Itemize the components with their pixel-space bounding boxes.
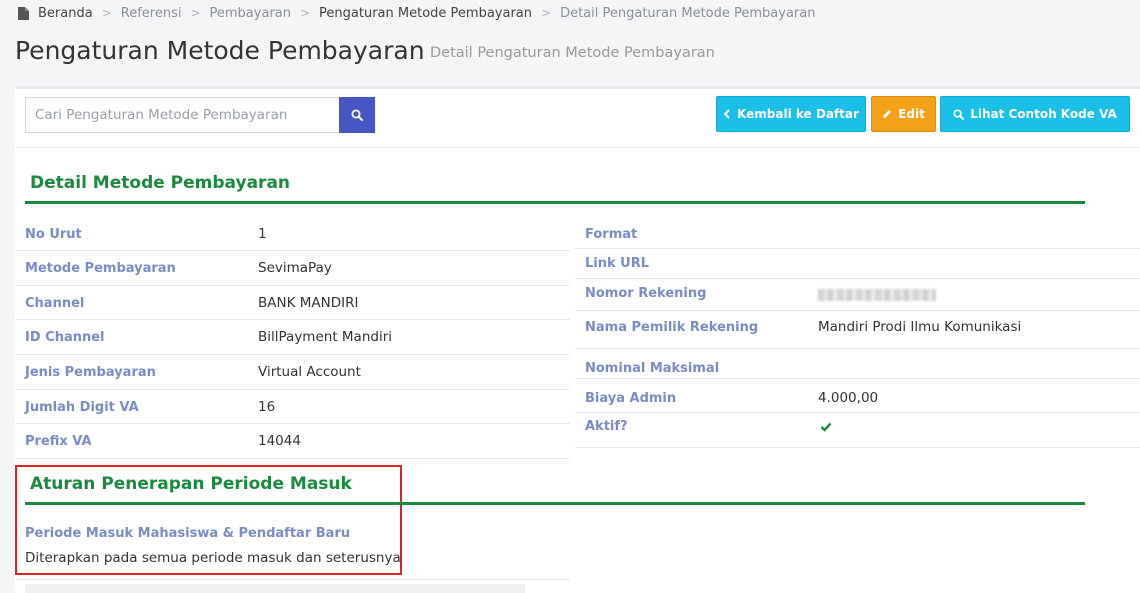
redacted-account-number bbox=[818, 289, 936, 301]
back-to-list-button[interactable]: Kembali ke Daftar bbox=[716, 96, 866, 132]
detail-row-no-urut: No Urut 1 bbox=[15, 217, 570, 251]
detail-value: Mandiri Prodi Ilmu Komunikasi bbox=[818, 319, 1022, 335]
detail-value: BANK MANDIRI bbox=[258, 295, 359, 311]
section-divider bbox=[25, 201, 1085, 204]
faded-content bbox=[25, 584, 525, 593]
detail-row-prefix: Prefix VA 14044 bbox=[15, 424, 570, 459]
detail-value: BillPayment Mandiri bbox=[258, 329, 393, 345]
breadcrumb-separator: > bbox=[101, 6, 112, 20]
detail-label: Prefix VA bbox=[25, 434, 92, 449]
detail-value: SevimaPay bbox=[258, 260, 332, 276]
detail-row-format: Format bbox=[575, 217, 1140, 249]
file-icon bbox=[18, 6, 29, 20]
detail-row-nomor-rekening: Nomor Rekening bbox=[575, 279, 1140, 311]
search-box bbox=[25, 97, 375, 133]
edit-button-label: Edit bbox=[898, 107, 925, 121]
detail-label: Nama Pemilik Rekening bbox=[585, 320, 759, 335]
section-title-aturan: Aturan Penerapan Periode Masuk bbox=[30, 474, 352, 494]
detail-label: Jenis Pembayaran bbox=[25, 365, 156, 380]
search-button[interactable] bbox=[339, 97, 375, 133]
back-button-label: Kembali ke Daftar bbox=[737, 107, 859, 121]
search-input[interactable] bbox=[25, 97, 339, 133]
detail-value: 16 bbox=[258, 399, 276, 415]
detail-label: Jumlah Digit VA bbox=[25, 400, 139, 415]
va-button-label: Lihat Contoh Kode VA bbox=[970, 107, 1117, 121]
section-title-detail: Detail Metode Pembayaran bbox=[30, 173, 291, 193]
breadcrumb-separator: > bbox=[541, 6, 552, 20]
detail-row-id-channel: ID Channel BillPayment Mandiri bbox=[15, 320, 570, 355]
detail-row-link-url: Link URL bbox=[575, 249, 1140, 279]
detail-row-biaya-admin: Biaya Admin 4.000,00 bbox=[575, 379, 1140, 413]
chevron-left-icon bbox=[723, 109, 730, 119]
detail-row-metode: Metode Pembayaran SevimaPay bbox=[15, 251, 570, 286]
edit-button[interactable]: Edit bbox=[871, 96, 936, 132]
detail-label: ID Channel bbox=[25, 330, 105, 345]
divider bbox=[15, 147, 1140, 148]
detail-value: 4.000,00 bbox=[818, 390, 879, 406]
breadcrumb-separator: > bbox=[299, 6, 311, 20]
detail-value: Virtual Account bbox=[258, 364, 361, 380]
detail-label: No Urut bbox=[25, 227, 82, 242]
detail-value: 14044 bbox=[258, 433, 301, 449]
breadcrumb-item-current: Detail Pengaturan Metode Pembayaran bbox=[560, 5, 816, 21]
page-subtitle: Detail Pengaturan Metode Pembayaran bbox=[430, 45, 715, 61]
detail-value: 1 bbox=[258, 226, 267, 242]
page-title: Pengaturan Metode Pembayaran bbox=[15, 36, 425, 65]
detail-label: Nominal Maksimal bbox=[585, 361, 720, 376]
detail-row-aktif: Aktif? bbox=[575, 413, 1140, 448]
pencil-icon bbox=[883, 110, 892, 118]
breadcrumb: Beranda > Referensi > Pembayaran > Penga… bbox=[18, 5, 815, 21]
search-icon bbox=[953, 108, 965, 120]
periode-value: Diterapkan pada semua periode masuk dan … bbox=[25, 550, 401, 566]
detail-row-nama-pemilik: Nama Pemilik Rekening Mandiri Prodi Ilmu… bbox=[575, 311, 1140, 349]
breadcrumb-item-referensi[interactable]: Referensi bbox=[121, 6, 182, 21]
breadcrumb-item-pengaturan[interactable]: Pengaturan Metode Pembayaran bbox=[319, 6, 532, 21]
detail-label: Channel bbox=[25, 296, 85, 311]
section-divider bbox=[25, 502, 1085, 505]
detail-row-jenis: Jenis Pembayaran Virtual Account bbox=[15, 355, 570, 390]
view-va-code-button[interactable]: Lihat Contoh Kode VA bbox=[940, 96, 1130, 132]
detail-label: Format bbox=[585, 227, 638, 242]
divider bbox=[15, 579, 570, 580]
detail-row-jumlah-digit: Jumlah Digit VA 16 bbox=[15, 390, 570, 424]
detail-panel: Kembali ke Daftar Edit Lihat Contoh Kode… bbox=[15, 86, 1140, 593]
search-icon bbox=[351, 109, 363, 121]
detail-label: Aktif? bbox=[585, 419, 628, 434]
detail-label: Metode Pembayaran bbox=[25, 261, 176, 276]
detail-label: Biaya Admin bbox=[585, 391, 677, 406]
detail-label: Link URL bbox=[585, 256, 650, 271]
breadcrumb-item-pembayaran[interactable]: Pembayaran bbox=[210, 6, 291, 21]
breadcrumb-separator: > bbox=[190, 6, 201, 20]
periode-label: Periode Masuk Mahasiswa & Pendaftar Baru bbox=[25, 526, 351, 541]
breadcrumb-item-beranda[interactable]: Beranda bbox=[38, 6, 93, 21]
check-icon bbox=[820, 422, 832, 432]
detail-label: Nomor Rekening bbox=[585, 286, 707, 301]
detail-row-nominal-maksimal: Nominal Maksimal bbox=[575, 349, 1140, 379]
detail-row-channel: Channel BANK MANDIRI bbox=[15, 286, 570, 320]
